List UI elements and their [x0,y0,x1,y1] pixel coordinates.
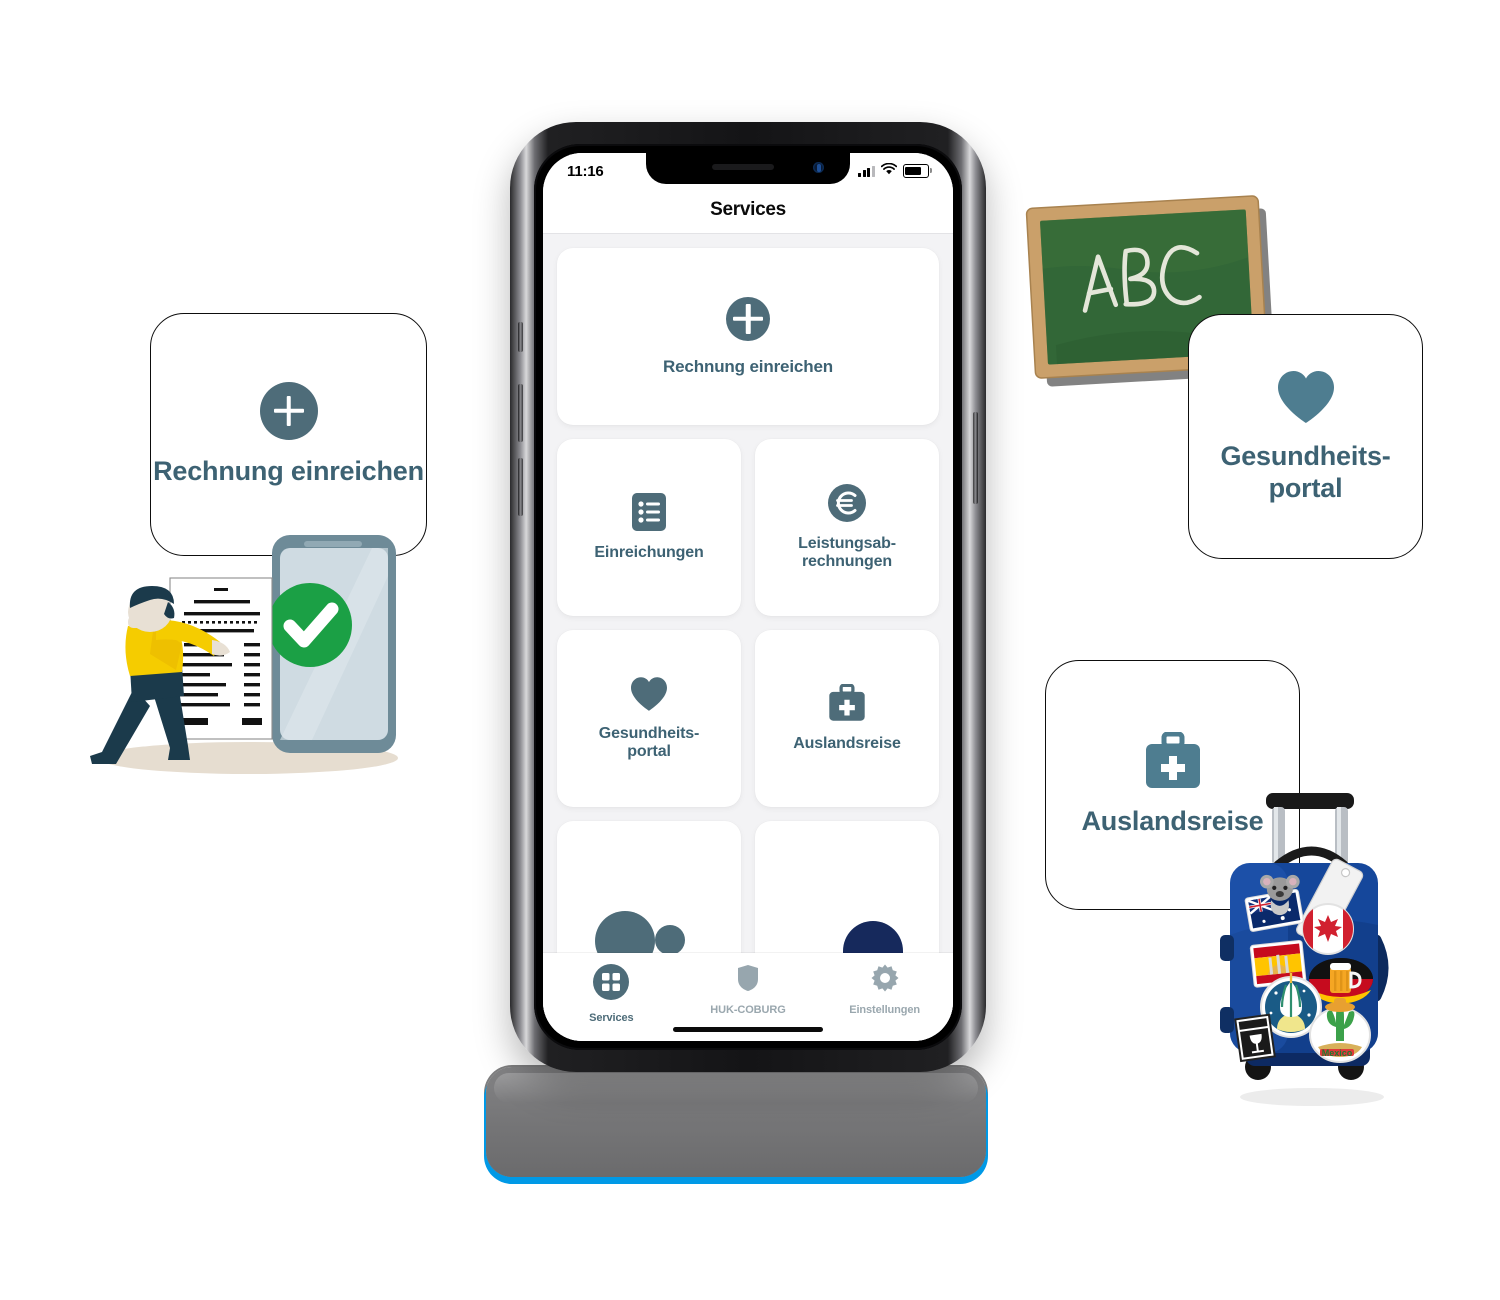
front-camera-icon [813,162,824,173]
tile-label-line1: Leistungsab- [798,534,896,552]
floating-card-gesundheitsportal[interactable]: Gesundheits- portal [1188,314,1423,559]
wifi-icon [880,162,898,180]
phone-screen: 11:16 Services Rechnung einreichen Einre… [543,153,953,1041]
tile-label-line2: rechnungen [801,553,893,570]
shield-icon [737,964,759,997]
earpiece-speaker-icon [712,164,775,170]
phone-volume-down-button[interactable] [518,458,523,516]
phone-stand-base [486,1067,986,1177]
plus-circle-icon [259,381,318,440]
tab-label: HUK-COBURG [710,1004,786,1016]
phone-notch [646,153,850,184]
plus-circle-icon [726,296,770,341]
nav-bar: Services [543,187,953,234]
tile-auslandsreise[interactable]: Auslandsreise [755,630,939,807]
home-indicator [673,1027,823,1032]
battery-icon [903,164,932,178]
grid-squares-icon [593,964,630,1005]
tab-einstellungen[interactable]: Einstellungen [830,964,940,1016]
medical-briefcase-icon [827,683,867,722]
tab-label: Services [589,1012,634,1024]
status-bar-indicators [858,162,932,180]
tab-services[interactable]: Services [556,964,666,1024]
list-document-icon [632,492,666,531]
tile-label: Auslandsreise [793,734,901,752]
floating-card-label-line2: portal [1268,472,1343,503]
suitcase-illustration: Mexico [1208,785,1408,1115]
phone-volume-up-button[interactable] [518,384,523,442]
tile-label: Gesundheits- portal [598,724,700,762]
euro-circle-icon [828,483,866,522]
heart-icon [1275,369,1337,425]
floating-card-label: Gesundheits- portal [1220,441,1390,504]
tile-label: Rechnung einreichen [662,356,833,376]
cellular-bars-icon [858,165,875,177]
medical-briefcase-icon [1143,732,1203,790]
scene: Rechnung einreichen Gesundheits- portal … [0,0,1500,1300]
invoice-submission-illustration [72,520,432,780]
svg-text:Mexico: Mexico [1322,1048,1353,1058]
page-title: Services [710,199,786,220]
tile-label-line1: Gesundheits- [598,724,700,742]
phone-mute-switch[interactable] [518,322,523,352]
gear-icon [871,964,899,997]
status-bar-time: 11:16 [567,162,604,180]
tile-label: Leistungsab- rechnungen [798,535,896,572]
tile-rechnung-einreichen[interactable]: Rechnung einreichen [557,248,939,425]
phone-frame: 11:16 Services Rechnung einreichen Einre… [510,122,986,1072]
phone-mockup: 11:16 Services Rechnung einreichen Einre… [486,112,998,1192]
phone-bezel: 11:16 Services Rechnung einreichen Einre… [534,144,962,1050]
tile-label: Einreichungen [594,543,704,561]
phone-power-button[interactable] [973,412,978,504]
tile-leistungsabrechnungen[interactable]: Leistungsab- rechnungen [755,439,939,616]
tile-gesundheitsportal[interactable]: Gesundheits- portal [557,630,741,807]
floating-card-label-line1: Gesundheits- [1220,441,1391,472]
floating-card-label: Rechnung einreichen [153,455,424,486]
heart-icon [629,676,669,712]
peek-dot-icon [655,925,685,955]
tile-label-line2: portal [627,743,671,760]
tile-einreichungen[interactable]: Einreichungen [557,439,741,616]
tab-huk-coburg[interactable]: HUK-COBURG [693,964,803,1016]
tab-label: Einstellungen [849,1004,921,1016]
